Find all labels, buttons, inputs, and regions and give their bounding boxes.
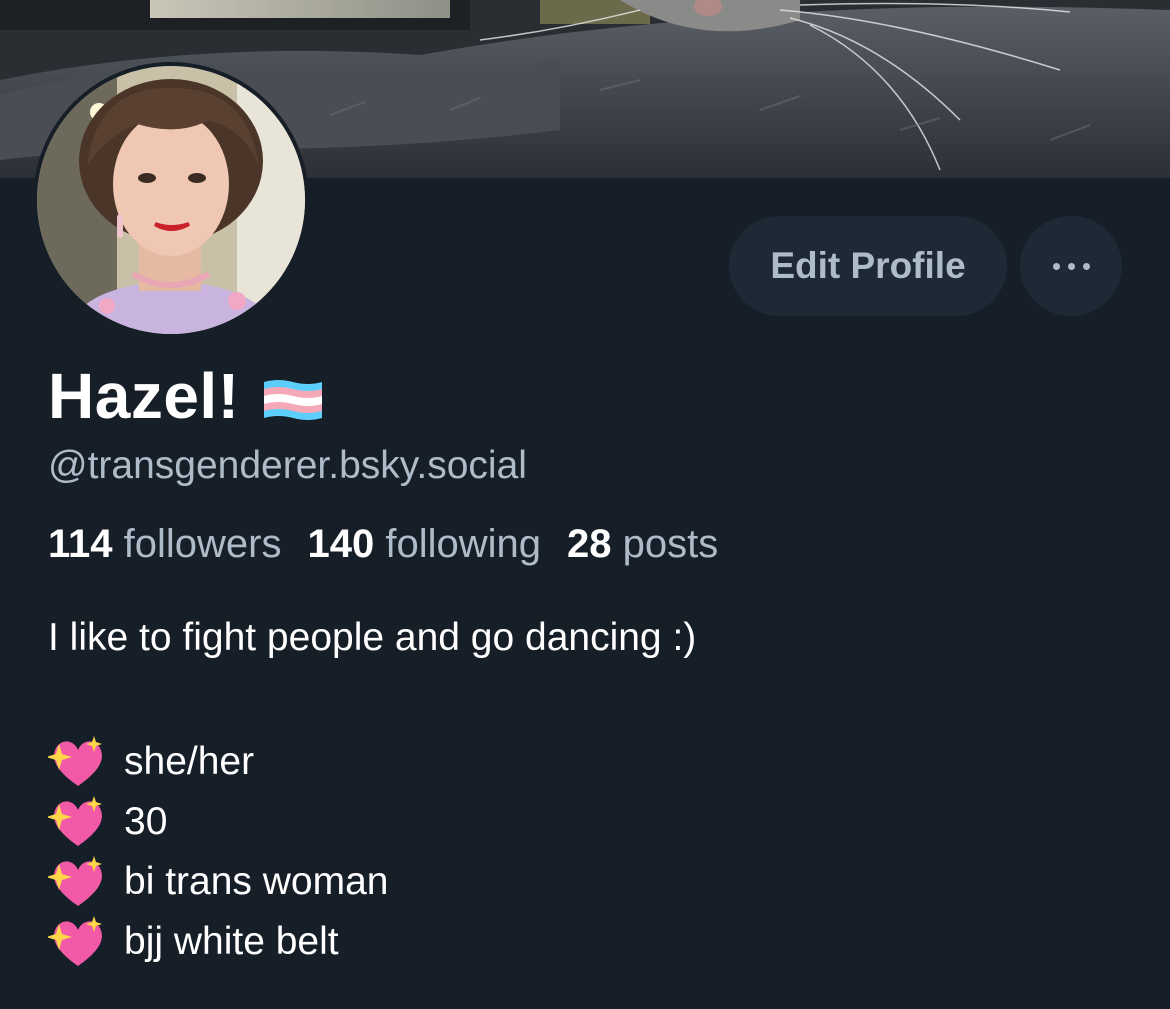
profile-page: Edit Profile Hazel! @transgenderer.bsky.…	[0, 0, 1170, 1009]
posts-count: 28	[567, 522, 612, 566]
profile-stats: 114 followers 140 following 28 posts	[48, 522, 718, 567]
avatar[interactable]	[33, 62, 309, 338]
profile-handle: @transgenderer.bsky.social	[48, 444, 527, 487]
display-name: Hazel!	[48, 360, 240, 432]
followers-count: 114	[48, 522, 113, 566]
bio-list-item: bjj white belt	[48, 912, 388, 972]
bio-list-text: bjj white belt	[124, 920, 339, 963]
ellipsis-icon	[1082, 262, 1090, 270]
followers-label: followers	[123, 522, 282, 566]
transgender-flag-icon	[263, 380, 322, 420]
bio-list-text: 30	[124, 800, 168, 843]
bio-list-item: 30	[48, 792, 388, 852]
display-name-row: Hazel!	[48, 356, 324, 436]
sparkling-heart-icon	[48, 796, 102, 846]
posts-label: posts	[622, 522, 719, 566]
bio-list-text: bi trans woman	[124, 860, 389, 903]
following-label: following	[385, 522, 542, 566]
sparkling-heart-icon	[48, 916, 102, 966]
edit-profile-button[interactable]: Edit Profile	[729, 216, 1007, 316]
profile-bio-intro: I like to fight people and go dancing :)	[48, 616, 697, 659]
bio-list-item: bi trans woman	[48, 852, 388, 912]
sparkling-heart-icon	[48, 856, 102, 906]
following-link[interactable]: 140 following	[308, 522, 542, 566]
ellipsis-icon	[1067, 262, 1075, 270]
following-count: 140	[307, 522, 375, 566]
sparkling-heart-icon	[48, 736, 102, 786]
followers-link[interactable]: 114 followers	[48, 522, 282, 566]
more-options-button[interactable]	[1020, 216, 1122, 316]
bio-list-text: she/her	[124, 740, 255, 783]
profile-bio-list: she/her 30 bi trans woman bjj white belt	[48, 732, 388, 972]
ellipsis-icon	[1052, 262, 1060, 270]
posts-stat: 28 posts	[567, 522, 718, 566]
bio-list-item: she/her	[48, 732, 388, 792]
